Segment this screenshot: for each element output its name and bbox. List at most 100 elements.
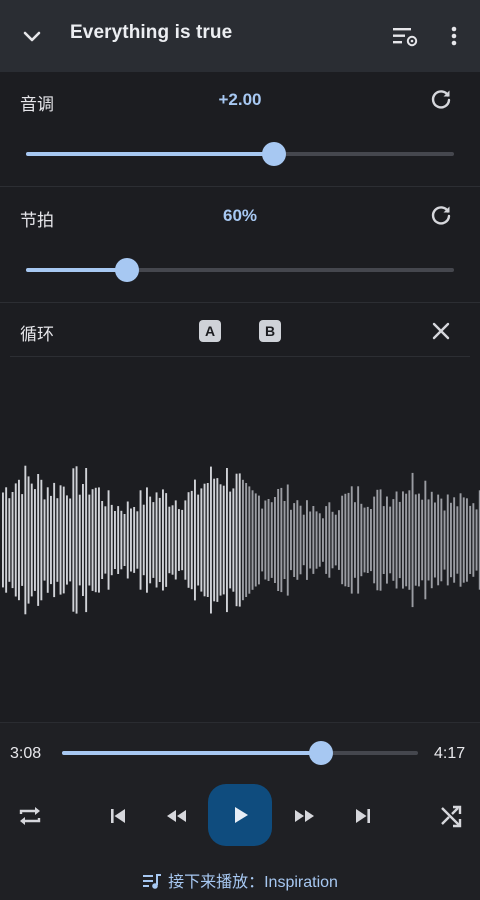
waveform-bar xyxy=(162,489,164,591)
pitch-reset-icon[interactable] xyxy=(428,87,454,113)
waveform-bar xyxy=(142,504,145,576)
waveform-bar xyxy=(382,506,385,574)
tempo-label: 节拍 xyxy=(20,211,54,231)
waveform-bar xyxy=(78,494,81,586)
play-button[interactable] xyxy=(208,784,272,846)
waveform-bar xyxy=(82,484,84,596)
loop-b-button[interactable]: B xyxy=(259,320,281,342)
waveform-bar xyxy=(267,499,270,581)
tempo-reset-icon[interactable] xyxy=(428,203,454,229)
equalizer-settings-icon[interactable] xyxy=(390,22,420,50)
waveform-bar xyxy=(354,502,356,578)
pitch-slider-fill xyxy=(26,152,275,156)
pitch-label: 音调 xyxy=(20,95,54,115)
seek-bar[interactable] xyxy=(62,751,418,755)
waveform-bar xyxy=(462,497,465,583)
pitch-slider[interactable] xyxy=(26,152,454,156)
waveform-bar xyxy=(50,495,52,585)
waveform-bar xyxy=(421,499,424,581)
play-icon xyxy=(235,807,248,823)
waveform-bar xyxy=(389,506,392,574)
pitch-slider-thumb[interactable] xyxy=(262,142,287,166)
waveform-bar xyxy=(206,483,209,597)
waveform-bar xyxy=(440,498,443,582)
waveform-bar xyxy=(171,505,174,575)
waveform-bar xyxy=(347,492,350,587)
waveform-bar xyxy=(370,509,372,572)
skip-next-icon[interactable] xyxy=(348,801,378,831)
waveform-bar xyxy=(251,490,254,590)
waveform-bar xyxy=(414,494,417,586)
waveform-bar xyxy=(331,511,334,569)
waveform-bar xyxy=(450,502,452,578)
tempo-slider-fill xyxy=(26,268,127,272)
waveform-bar xyxy=(395,491,398,589)
waveform-bar xyxy=(386,496,388,584)
waveform-bar xyxy=(312,506,315,574)
waveform-bar xyxy=(107,490,110,590)
elapsed-time: 3:08 xyxy=(10,745,42,762)
up-next-prefix: 接下来播放： xyxy=(168,872,265,891)
waveform-bar xyxy=(59,485,62,595)
waveform-bar xyxy=(338,510,340,570)
seek-bar-thumb[interactable] xyxy=(308,741,333,765)
waveform-bar xyxy=(277,489,280,591)
waveform-bar xyxy=(174,500,177,580)
tempo-slider[interactable] xyxy=(26,268,454,272)
waveform-bar xyxy=(290,509,292,571)
rewind-icon[interactable] xyxy=(162,801,192,831)
up-next[interactable]: 接下来播放：Inspiration xyxy=(0,868,480,892)
chevron-down-icon[interactable] xyxy=(18,22,46,50)
waveform-bar xyxy=(120,510,123,570)
waveform-bar xyxy=(200,488,203,592)
waveform-bar xyxy=(325,506,328,574)
waveform-bar xyxy=(472,503,475,577)
close-icon[interactable] xyxy=(430,320,452,342)
waveform-bar xyxy=(2,492,4,588)
waveform-bar xyxy=(363,507,366,573)
repeat-icon[interactable] xyxy=(15,801,45,831)
queue-music-icon xyxy=(143,874,162,889)
waveform[interactable] xyxy=(0,360,480,720)
loop-a-button[interactable]: A xyxy=(199,320,221,342)
waveform-bar xyxy=(130,508,132,572)
waveform-bar xyxy=(286,484,289,596)
tempo-slider-thumb[interactable] xyxy=(114,258,139,282)
waveform-bar xyxy=(456,506,459,574)
divider xyxy=(0,186,480,187)
waveform-bar xyxy=(136,511,139,569)
waveform-bar xyxy=(360,503,363,577)
shuffle-icon[interactable] xyxy=(436,801,466,831)
skip-previous-icon[interactable] xyxy=(103,801,133,831)
more-vert-icon[interactable] xyxy=(442,22,466,50)
waveform-bar xyxy=(101,501,104,579)
waveform-bar xyxy=(152,502,155,578)
waveform-bar xyxy=(114,511,116,569)
waveform-bar xyxy=(72,468,75,612)
waveform-bar xyxy=(110,504,113,576)
waveform-bar xyxy=(37,474,40,606)
waveform-bar xyxy=(56,498,59,582)
waveform-bar xyxy=(222,485,225,595)
waveform-bar xyxy=(254,493,257,587)
waveform-bar xyxy=(5,487,8,593)
waveform-bar xyxy=(8,498,11,582)
waveform-bar xyxy=(11,492,14,589)
waveform-bar xyxy=(229,491,232,589)
waveform-bar xyxy=(226,468,228,613)
waveform-bar xyxy=(66,495,68,585)
waveform-bar xyxy=(94,487,97,593)
waveform-bar xyxy=(366,506,369,573)
waveform-bar xyxy=(322,518,324,562)
waveform-bar xyxy=(133,507,136,573)
waveform-bar xyxy=(344,493,347,587)
waveform-bar xyxy=(197,494,200,586)
up-next-title: Inspiration xyxy=(264,874,338,891)
app-bar: Everything is true xyxy=(0,0,480,72)
waveform-bar xyxy=(219,484,222,596)
fast-forward-icon[interactable] xyxy=(289,801,319,831)
waveform-bar xyxy=(315,511,318,569)
waveform-bar xyxy=(235,473,238,607)
waveform-bar xyxy=(466,498,468,582)
waveform-bar xyxy=(117,506,120,574)
